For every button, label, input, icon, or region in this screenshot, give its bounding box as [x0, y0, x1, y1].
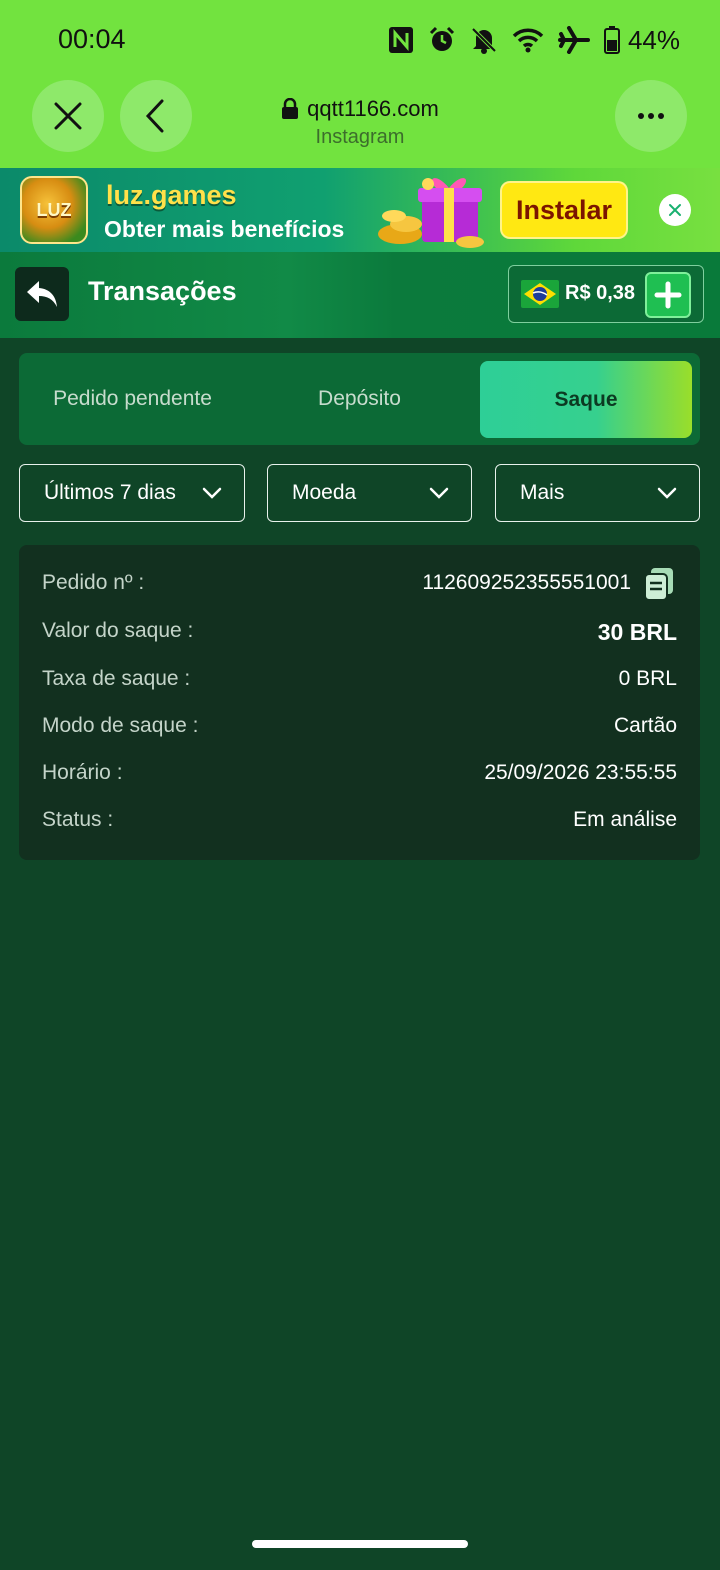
fee-row: Taxa de saque : 0 BRL	[42, 667, 677, 697]
more-filter[interactable]: Mais	[495, 464, 700, 522]
chevron-down-icon	[657, 487, 677, 499]
status-bar: 00:04 44%	[0, 0, 720, 80]
app-logo: LUZ	[20, 176, 88, 244]
amount-value: 30 BRL	[597, 619, 677, 645]
tab-pedido-pendente[interactable]: Pedido pendente	[19, 353, 246, 445]
time-value: 25/09/2026 23:55:55	[484, 761, 677, 784]
plus-icon	[654, 281, 682, 309]
order-label: Pedido nº :	[42, 571, 145, 594]
status-icons: 44%	[388, 24, 680, 56]
alarm-icon	[428, 26, 456, 54]
order-number: 112609252355551001	[422, 571, 631, 594]
banner-subtitle: Obter mais benefícios	[104, 216, 345, 242]
brazil-flag-icon	[521, 280, 559, 308]
balance-widget: R$ 0,38	[508, 265, 704, 323]
currency-filter[interactable]: Moeda	[267, 464, 472, 522]
chevron-left-icon	[145, 99, 164, 133]
status-time: 00:04	[58, 24, 126, 54]
transaction-card: Pedido nº : 112609252355551001 Valor do …	[19, 545, 700, 860]
more-filter-label: Mais	[520, 481, 565, 504]
fee-label: Taxa de saque :	[42, 667, 191, 690]
bell-off-icon	[470, 26, 498, 54]
currency-filter-label: Moeda	[292, 481, 357, 504]
back-button[interactable]	[15, 267, 69, 321]
status-row: Status : Em análise	[42, 808, 677, 838]
copy-icon[interactable]	[643, 566, 677, 602]
close-icon	[54, 102, 82, 130]
install-button[interactable]: Instalar	[500, 181, 628, 239]
tab-saque[interactable]: Saque	[480, 361, 692, 438]
home-indicator[interactable]	[252, 1540, 468, 1548]
status-value: Em análise	[573, 808, 677, 831]
mode-value: Cartão	[613, 714, 677, 737]
period-filter[interactable]: Últimos 7 dias	[19, 464, 245, 522]
transaction-tabs: Pedido pendente Depósito Saque	[19, 353, 700, 445]
browser-back-button[interactable]	[120, 80, 192, 152]
browser-menu-button[interactable]	[615, 80, 687, 152]
mode-label: Modo de saque :	[42, 714, 199, 737]
close-tab-button[interactable]	[32, 80, 104, 152]
airplane-icon	[557, 26, 590, 54]
gift-coins-icon	[378, 178, 484, 248]
time-label: Horário :	[42, 761, 123, 784]
balance-amount: R$ 0,38	[565, 282, 636, 304]
amount-label: Valor do saque :	[42, 619, 194, 642]
url-source: Instagram	[315, 126, 405, 148]
more-icon	[638, 113, 664, 119]
amount-row: Valor do saque : 30 BRL	[42, 619, 677, 649]
chevron-down-icon	[202, 487, 222, 499]
chevron-down-icon	[429, 487, 449, 499]
tab-deposito[interactable]: Depósito	[246, 353, 473, 445]
mode-row: Modo de saque : Cartão	[42, 714, 677, 744]
time-row: Horário : 25/09/2026 23:55:55	[42, 761, 677, 791]
banner-app-name: luz.games	[106, 180, 237, 210]
page-title: Transações	[88, 276, 237, 306]
order-row: Pedido nº : 112609252355551001	[42, 568, 677, 601]
url-text: qqtt1166.com	[307, 96, 439, 121]
reply-arrow-icon	[27, 281, 57, 307]
fee-value: 0 BRL	[618, 667, 677, 690]
nfc-icon	[388, 26, 414, 54]
battery-percent: 44%	[627, 24, 680, 55]
lock-icon	[282, 98, 299, 119]
banner-close-button[interactable]	[659, 194, 691, 226]
address-bar[interactable]: qqtt1166.com Instagram	[200, 96, 520, 149]
deposit-add-button[interactable]	[645, 272, 691, 318]
battery-icon	[603, 26, 620, 54]
period-filter-label: Últimos 7 dias	[44, 481, 176, 504]
wifi-icon	[512, 27, 544, 53]
status-label: Status :	[42, 808, 114, 831]
close-icon	[669, 204, 681, 216]
